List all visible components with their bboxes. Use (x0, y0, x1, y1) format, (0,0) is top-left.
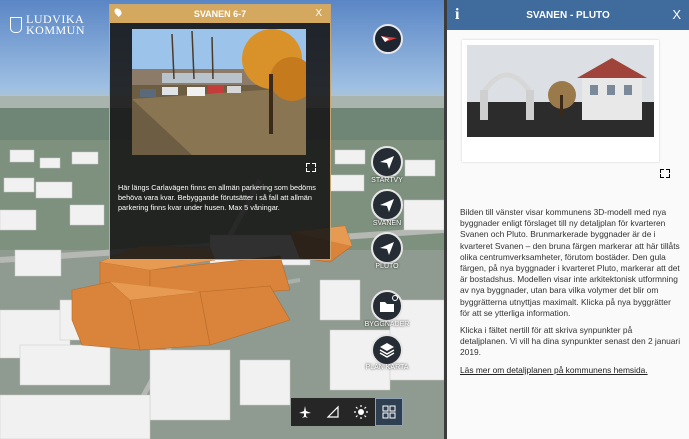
byggnader-label: BYGGNADER (364, 321, 410, 328)
popup-description: Här längs Carlavägen finns en allmän par… (118, 183, 316, 212)
map-pin-icon (113, 7, 123, 17)
layers-icon (379, 343, 395, 358)
svanen-label: SVANEN (372, 220, 402, 227)
pluto-label: PLUTO (375, 263, 399, 270)
popup-fullscreen-icon[interactable] (306, 163, 316, 172)
startvy-label: STARTVY (371, 177, 403, 184)
municipality-logo: LUDVIKA KOMMUN (10, 13, 86, 37)
sun-icon[interactable] (347, 398, 375, 426)
panel-description: Bilden till vänster visar kommunens 3D-m… (460, 207, 682, 382)
info-panel: i SVANEN - PLUTO X Bilden till vänster v… (444, 0, 689, 439)
popup-close-button[interactable]: X (315, 8, 322, 19)
compass-button[interactable] (373, 24, 403, 54)
info-popup: SVANEN 6-7 X Här längs Carlavägen finns … (109, 4, 331, 260)
panel-photo (462, 40, 659, 162)
paper-plane-icon (380, 156, 394, 169)
info-icon[interactable]: i (455, 6, 459, 24)
detaljplan-link[interactable]: Läs mer om detaljplanen på kommunens hem… (460, 365, 648, 375)
bottom-toolbar (291, 398, 403, 426)
paper-plane-icon (380, 242, 394, 255)
panel-header: i SVANEN - PLUTO X (447, 0, 689, 30)
popup-title: SVANEN 6-7 (193, 9, 247, 19)
plankarta-label: PLAN KARTA (365, 364, 409, 371)
pluto-button[interactable] (371, 232, 403, 264)
svanen-button[interactable] (371, 189, 403, 221)
panel-paragraph-1: Bilden till vänster visar kommunens 3D-m… (460, 207, 680, 318)
popup-header: SVANEN 6-7 X (110, 5, 330, 23)
folder-icon (380, 295, 398, 312)
map-3d-view[interactable]: LUDVIKA KOMMUN SVANEN 6-7 X Här längs Ca… (0, 0, 444, 439)
logo-line-2: KOMMUN (26, 23, 86, 37)
panel-fullscreen-icon[interactable] (660, 169, 670, 178)
startvy-button[interactable] (371, 146, 403, 178)
popup-photo (132, 29, 306, 155)
measure-icon[interactable] (319, 398, 347, 426)
panel-close-button[interactable]: X (672, 7, 681, 22)
plankarta-button[interactable] (371, 334, 403, 366)
paper-plane-icon (380, 199, 394, 212)
byggnader-button[interactable] (371, 290, 403, 322)
airplane-icon[interactable] (291, 398, 319, 426)
coat-of-arms-icon (10, 17, 22, 33)
compass-icon (381, 36, 397, 42)
grid-icon[interactable] (375, 398, 403, 426)
panel-paragraph-2: Klicka i fältet nertill för att skriva s… (460, 325, 681, 358)
panel-title: SVANEN - PLUTO (526, 9, 610, 21)
